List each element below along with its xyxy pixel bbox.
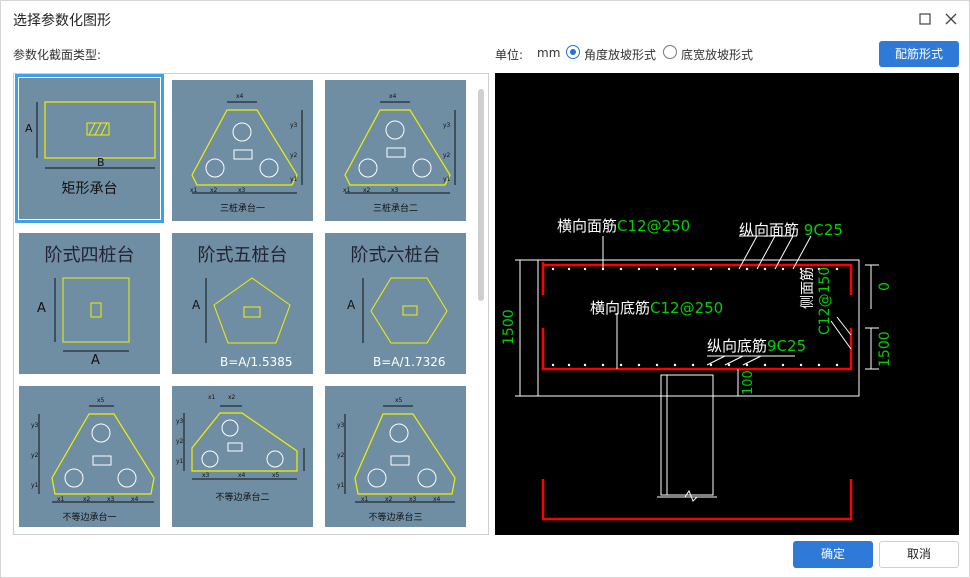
section-type-label: 参数化截面类型: [13, 48, 102, 62]
thumb-stepped-five-pile[interactable]: 阶式五桩台 A B=A/1.5385 [172, 233, 313, 374]
thumb-unequal-cap-3[interactable]: x5 y3 y2 y1 x1 x2 x3 x4 不等边承台三 [325, 386, 466, 527]
shape-gallery: A B 矩形承台 x4 y3 y2 y1 x1 x2 x3 三桩承台一 x4 y… [13, 73, 489, 535]
radio-angle-slope-label[interactable]: 角度放坡形式 [584, 46, 656, 63]
title-bar: 选择参数化图形 [1, 1, 969, 37]
thumb-stepped-six-pile[interactable]: 阶式六桩台 A B=A/1.7326 [325, 233, 466, 374]
rebar-form-button[interactable]: 配筋形式 [879, 41, 959, 67]
dialog-window: 选择参数化图形 参数化截面类型: 单位: mm 角度放坡形式 底宽放坡形式 配筋… [0, 0, 970, 578]
label-side-spec: C12@150 [817, 266, 833, 335]
label-side-rebar: 侧面筋 [800, 267, 816, 309]
dialog-title: 选择参数化图形 [13, 13, 111, 29]
label-bottom-transverse: 横向底筋C12@250 [590, 299, 724, 317]
dim-right-bottom-text: 1500 [877, 331, 893, 367]
thumb-three-pile-2[interactable]: x4 y3 y2 y1 x1 x2 x3 三桩承台二 [325, 80, 466, 221]
dim-b: B [97, 156, 105, 169]
thumb-title: 矩形承台 [61, 181, 118, 197]
thumb-unequal-cap-1[interactable]: x5 y3 y2 y1 x1 x2 x3 x4 不等边承台一 [19, 386, 160, 527]
thumb-three-pile-1[interactable]: x4 y3 y2 y1 x1 x2 x3 三桩承台一 [172, 80, 313, 221]
thumb-title: 三桩承台一 [219, 204, 265, 214]
thumb-title: 不等边承台三 [368, 513, 423, 523]
thumb-stepped-four-pile[interactable]: 阶式四桩台 A A [19, 233, 160, 374]
label-top-longitudinal: 纵向面筋 9C25 [739, 221, 843, 239]
close-icon[interactable] [942, 10, 960, 28]
radio-width-slope[interactable] [663, 45, 677, 59]
unit-value: mm [537, 46, 561, 60]
thumb-unequal-cap-2[interactable]: x1 x2 y3 y2 y1 x3 x4 x5 不等边承台二 [172, 386, 313, 527]
dim-right-top-text: 0 [877, 282, 893, 291]
maximize-icon[interactable] [916, 10, 934, 28]
thumb-title: 三桩承台二 [372, 204, 418, 214]
radio-angle-slope[interactable] [566, 45, 580, 59]
rebar-preview: 横向面筋C12@250 纵向面筋 9C25 横向底筋C12@250 纵向底筋9C… [495, 73, 959, 535]
cancel-button[interactable]: 取消 [879, 541, 959, 568]
label-bottom-longitudinal: 纵向底筋9C25 [707, 337, 807, 355]
gallery-scrollbar[interactable] [478, 89, 484, 301]
unit-label: 单位: [495, 48, 524, 62]
radio-width-slope-label[interactable]: 底宽放坡形式 [681, 46, 753, 63]
thumb-rect-cap[interactable]: A B 矩形承台 [15, 74, 164, 223]
dim-a: A [25, 122, 33, 135]
ok-button[interactable]: 确定 [793, 541, 873, 568]
thumb-title: 不等边承台一 [62, 513, 117, 523]
label-top-transverse: 横向面筋C12@250 [557, 217, 691, 235]
thumb-title: 不等边承台二 [215, 493, 270, 503]
dim-cover-text: 100 [741, 370, 756, 395]
dim-height-text: 1500 [501, 309, 517, 345]
